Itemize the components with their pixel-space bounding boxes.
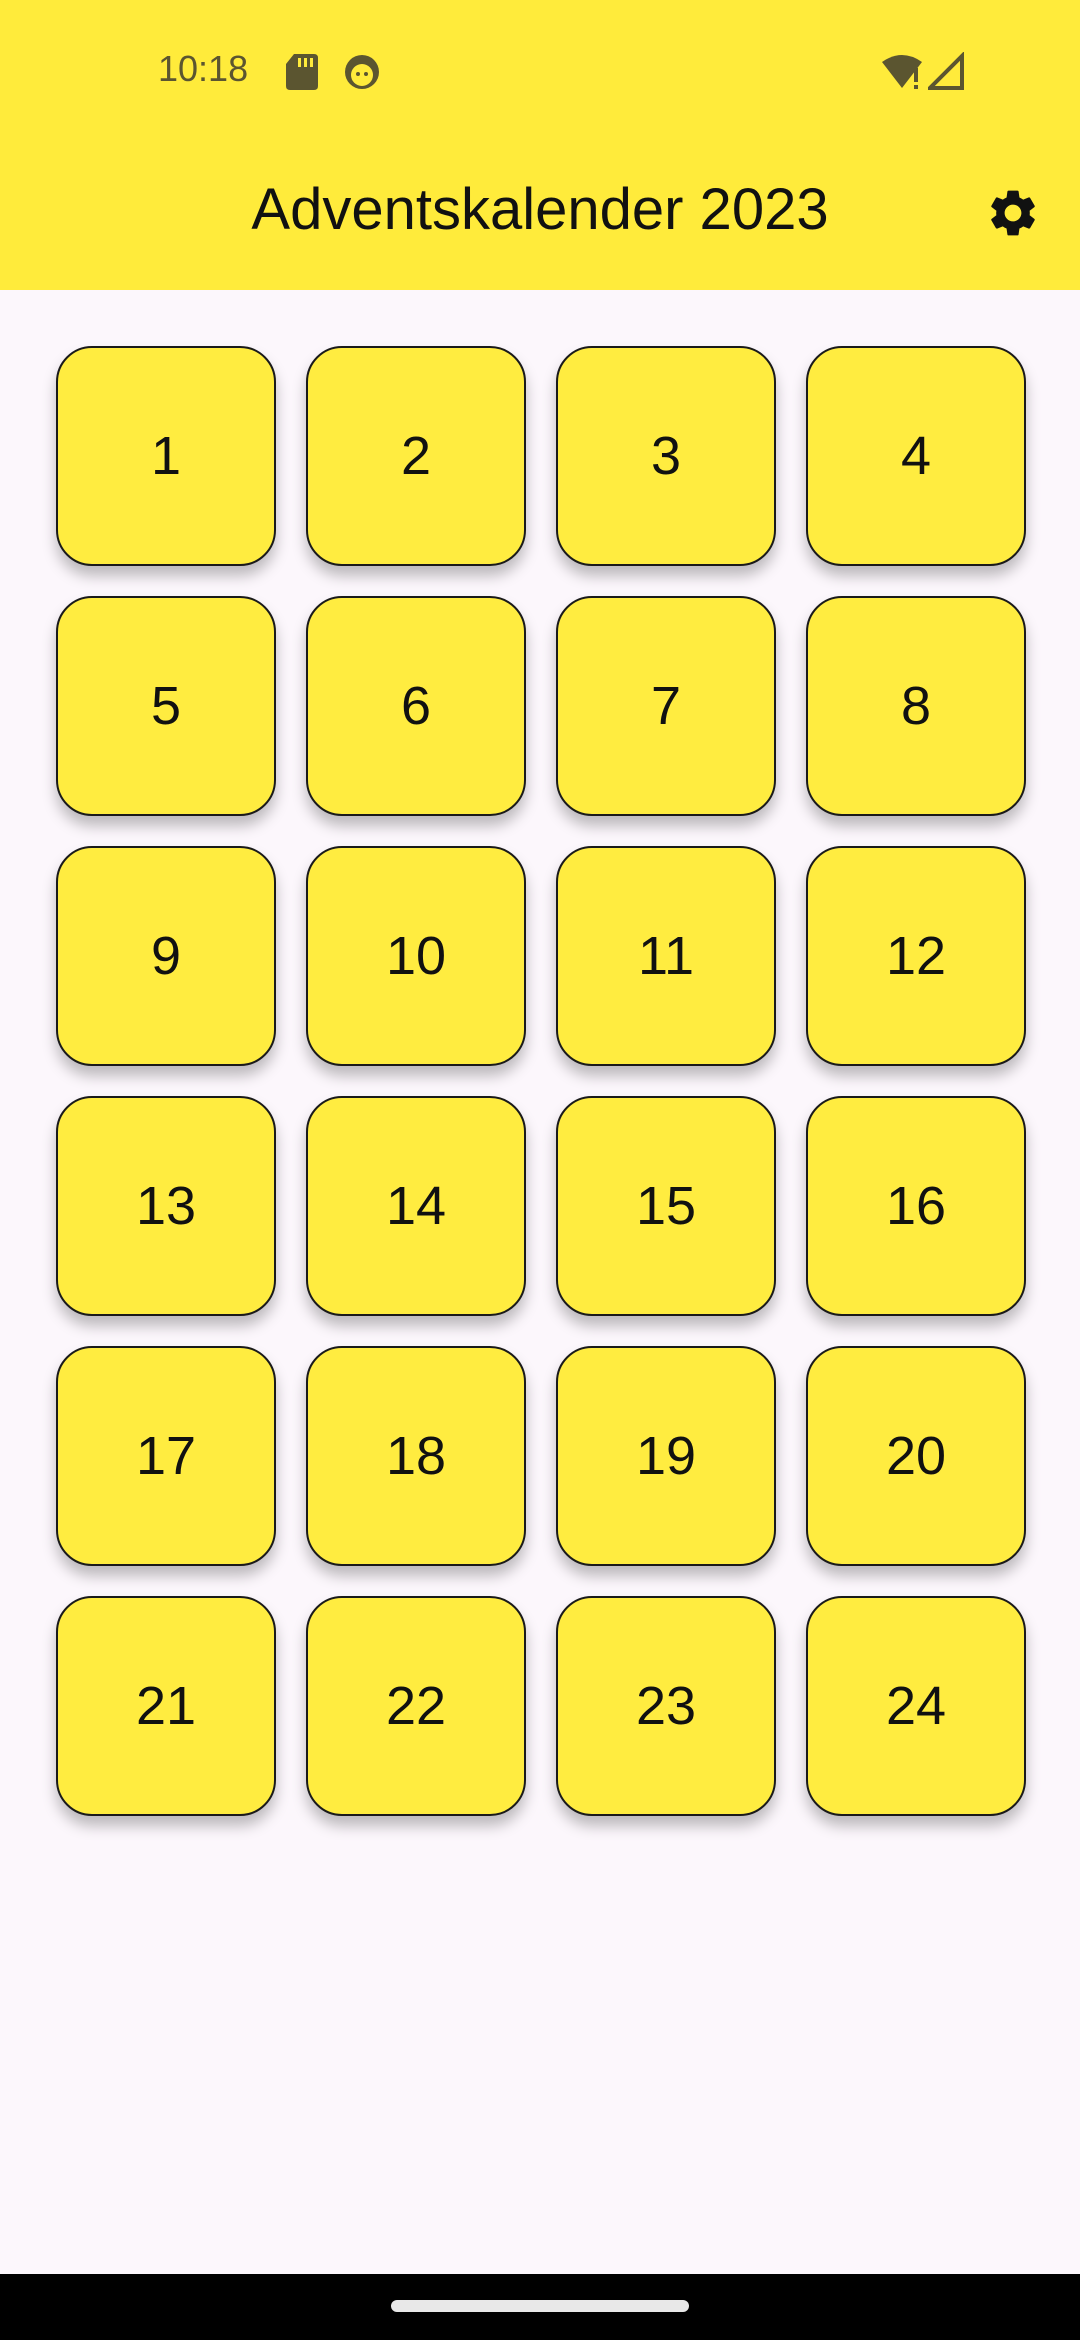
door-number: 1 — [150, 426, 182, 486]
door-number: 4 — [900, 426, 932, 486]
door-number: 5 — [150, 676, 182, 736]
door-number: 21 — [135, 1676, 197, 1736]
calendar-door-19[interactable]: 19 — [556, 1346, 776, 1566]
status-bar: 10:18 — [0, 0, 1080, 140]
calendar-door-1[interactable]: 1 — [56, 346, 276, 566]
calendar-door-3[interactable]: 3 — [556, 346, 776, 566]
wifi-alert-icon — [880, 52, 924, 92]
calendar-door-18[interactable]: 18 — [306, 1346, 526, 1566]
door-number: 17 — [135, 1426, 197, 1486]
calendar-door-4[interactable]: 4 — [806, 346, 1026, 566]
cell-signal-icon — [925, 51, 964, 92]
door-number: 12 — [885, 926, 947, 986]
page-title: Adventskalender 2023 — [251, 177, 829, 242]
door-number: 3 — [650, 426, 682, 486]
calendar-door-20[interactable]: 20 — [806, 1346, 1026, 1566]
door-number: 24 — [885, 1676, 947, 1736]
door-number: 16 — [885, 1176, 947, 1236]
calendar-door-22[interactable]: 22 — [306, 1596, 526, 1816]
sd-card-icon — [284, 52, 324, 92]
door-number: 15 — [635, 1176, 697, 1236]
calendar-door-12[interactable]: 12 — [806, 846, 1026, 1066]
calendar-door-5[interactable]: 5 — [56, 596, 276, 816]
calendar-door-15[interactable]: 15 — [556, 1096, 776, 1316]
calendar-door-21[interactable]: 21 — [56, 1596, 276, 1816]
door-number: 2 — [400, 426, 432, 486]
calendar-door-10[interactable]: 10 — [306, 846, 526, 1066]
notification-face-icon — [342, 52, 382, 92]
door-number: 20 — [885, 1426, 947, 1486]
calendar-grid: 1 2 3 4 5 6 7 8 9 10 11 12 13 14 15 16 17 18 19 20 21 22 23 24 — [56, 346, 1026, 1816]
door-number: 7 — [650, 676, 682, 736]
calendar-door-11[interactable]: 11 — [556, 846, 776, 1066]
calendar-door-2[interactable]: 2 — [306, 346, 526, 566]
door-number: 11 — [637, 926, 695, 986]
door-number: 18 — [385, 1426, 447, 1486]
calendar-door-13[interactable]: 13 — [56, 1096, 276, 1316]
door-number: 9 — [150, 926, 182, 986]
door-number: 8 — [900, 676, 932, 736]
door-number: 23 — [635, 1676, 697, 1736]
door-number: 19 — [635, 1426, 697, 1486]
door-number: 22 — [385, 1676, 447, 1736]
door-number: 10 — [385, 926, 447, 986]
settings-button[interactable] — [978, 180, 1048, 250]
door-number: 14 — [385, 1176, 447, 1236]
calendar-door-6[interactable]: 6 — [306, 596, 526, 816]
calendar-door-9[interactable]: 9 — [56, 846, 276, 1066]
calendar-door-7[interactable]: 7 — [556, 596, 776, 816]
app-header: 10:18 Adventskalender 2023 — [0, 0, 1080, 290]
calendar-door-16[interactable]: 16 — [806, 1096, 1026, 1316]
calendar-door-17[interactable]: 17 — [56, 1346, 276, 1566]
home-indicator[interactable] — [391, 2300, 689, 2312]
door-number: 6 — [400, 676, 432, 736]
calendar-door-14[interactable]: 14 — [306, 1096, 526, 1316]
gear-icon — [985, 185, 1041, 246]
door-number: 13 — [135, 1176, 197, 1236]
calendar-door-23[interactable]: 23 — [556, 1596, 776, 1816]
status-time: 10:18 — [158, 48, 249, 89]
calendar-door-24[interactable]: 24 — [806, 1596, 1026, 1816]
calendar-door-8[interactable]: 8 — [806, 596, 1026, 816]
